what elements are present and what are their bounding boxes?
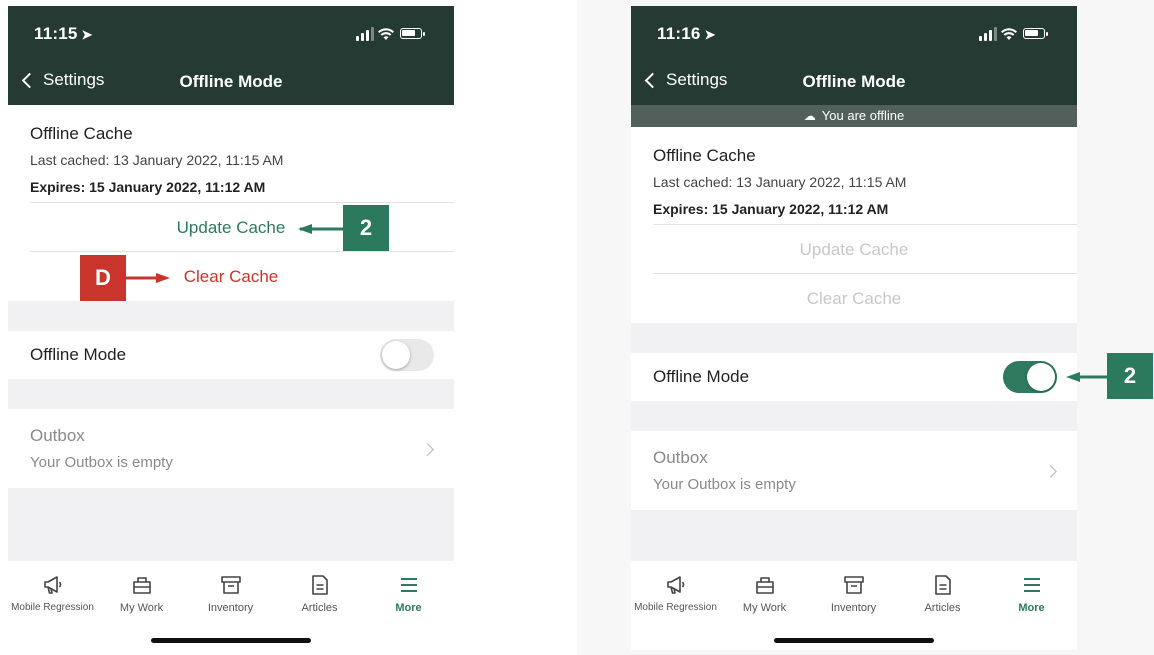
signal-icon	[979, 36, 982, 41]
tab-label: Inventory	[830, 602, 877, 614]
tab-articles[interactable]: Articles	[898, 561, 987, 621]
tab-my-work[interactable]: My Work	[97, 561, 186, 621]
tab-label: Mobile Regression	[634, 602, 717, 613]
offline-mode-label: Offline Mode	[653, 367, 750, 386]
offline-mode-label: Offline Mode	[30, 345, 127, 364]
tab-more[interactable]: More	[364, 561, 453, 621]
location-arrow-icon: ➤	[81, 27, 93, 42]
tab-my-work[interactable]: My Work	[720, 561, 809, 621]
cache-last-cached: Last cached: 13 January 2022, 11:15 AM	[30, 152, 284, 168]
nav-header: 11:15 ➤ Settings Offline Mode	[8, 6, 454, 105]
home-indicator	[151, 638, 311, 643]
chevron-right-icon	[1044, 465, 1057, 478]
page-title: Offline Mode	[802, 72, 906, 91]
briefcase-icon	[132, 577, 151, 594]
outbox-subtitle: Your Outbox is empty	[30, 454, 173, 471]
divider	[30, 251, 454, 252]
page-title: Offline Mode	[179, 72, 283, 91]
battery-icon	[1023, 28, 1048, 39]
outbox-row[interactable]: Outbox Your Outbox is empty	[631, 431, 1077, 510]
callout-badge-update: 2	[343, 205, 389, 251]
battery-icon	[400, 28, 425, 39]
outbox-row[interactable]: Outbox Your Outbox is empty	[8, 409, 454, 488]
tab-label: My Work	[119, 602, 164, 614]
tab-label: Inventory	[207, 602, 254, 614]
document-icon	[934, 575, 951, 595]
status-time: 11:15 ➤	[34, 24, 93, 43]
megaphone-icon	[43, 576, 61, 594]
cache-title: Offline Cache	[653, 146, 756, 165]
status-icons	[356, 26, 436, 42]
cache-title: Offline Cache	[30, 124, 133, 143]
cache-expires: Expires: 15 January 2022, 11:12 AM	[653, 201, 889, 217]
phone-screen-before: 11:15 ➤ Settings Offline Mode Offline Cac…	[8, 6, 454, 650]
briefcase-icon	[755, 577, 774, 594]
tab-articles[interactable]: Articles	[275, 561, 364, 621]
cache-last-cached: Last cached: 13 January 2022, 11:15 AM	[653, 174, 907, 190]
clear-cache-button[interactable]: Clear Cache	[8, 267, 454, 287]
menu-icon	[1023, 578, 1040, 592]
chevron-right-icon	[421, 443, 434, 456]
callout-badge-clear: D	[80, 255, 126, 301]
offline-cache-card: Offline Cache Last cached: 13 January 20…	[631, 127, 1077, 323]
tab-label: More	[1018, 602, 1045, 614]
home-indicator	[774, 638, 934, 643]
toggle-knob	[1027, 363, 1055, 391]
outbox-title: Outbox	[30, 426, 85, 445]
document-icon	[311, 575, 328, 595]
tab-inventory[interactable]: Inventory	[186, 561, 275, 621]
tab-label: Mobile Regression	[11, 602, 94, 613]
location-arrow-icon: ➤	[704, 27, 716, 42]
nav-header: 11:16 ➤ Settings Offline Mode	[631, 6, 1077, 105]
tab-label: More	[395, 602, 422, 614]
phone-screen-after: 11:16 ➤ Settings Offline Mode ☁ You are of…	[631, 6, 1077, 650]
tab-inventory[interactable]: Inventory	[809, 561, 898, 621]
offline-banner: ☁ You are offline	[631, 105, 1077, 127]
status-icons	[979, 26, 1059, 42]
cache-expires: Expires: 15 January 2022, 11:12 AM	[30, 179, 266, 195]
tab-label: Articles	[301, 602, 338, 614]
tab-bar: Mobile Regression My Work Inventory Arti…	[8, 561, 454, 650]
outbox-subtitle: Your Outbox is empty	[653, 476, 796, 493]
wifi-icon	[1001, 28, 1017, 40]
divider	[653, 224, 1077, 225]
offline-mode-toggle[interactable]	[1003, 361, 1057, 393]
tab-label: My Work	[742, 602, 787, 614]
toggle-knob	[382, 341, 410, 369]
tab-more[interactable]: More	[987, 561, 1076, 621]
callout-arrow	[298, 224, 346, 234]
megaphone-icon	[666, 576, 684, 594]
tab-mobile-regression[interactable]: Mobile Regression	[8, 561, 97, 621]
clear-cache-button[interactable]: Clear Cache	[631, 289, 1077, 309]
signal-icon	[356, 36, 359, 41]
archive-box-icon	[220, 576, 241, 594]
archive-box-icon	[843, 576, 864, 594]
tab-label: Articles	[924, 602, 961, 614]
update-cache-button[interactable]: Update Cache	[631, 240, 1077, 260]
callout-arrow	[1066, 372, 1110, 382]
offline-mode-toggle[interactable]	[380, 339, 434, 371]
status-time: 11:16 ➤	[657, 24, 716, 43]
cloud-off-icon: ☁	[803, 109, 816, 123]
divider	[30, 202, 454, 203]
offline-mode-row: Offline Mode	[631, 353, 1077, 401]
tab-bar: Mobile Regression My Work Inventory Arti…	[631, 561, 1077, 650]
tab-mobile-regression[interactable]: Mobile Regression	[631, 561, 720, 621]
callout-badge-toggle: 2	[1107, 353, 1153, 399]
menu-icon	[400, 578, 417, 592]
callout-arrow	[126, 273, 170, 283]
divider	[653, 273, 1077, 274]
wifi-icon	[378, 28, 394, 40]
outbox-title: Outbox	[653, 448, 708, 467]
offline-cache-card: Offline Cache Last cached: 13 January 20…	[8, 105, 454, 301]
offline-mode-row: Offline Mode	[8, 331, 454, 379]
